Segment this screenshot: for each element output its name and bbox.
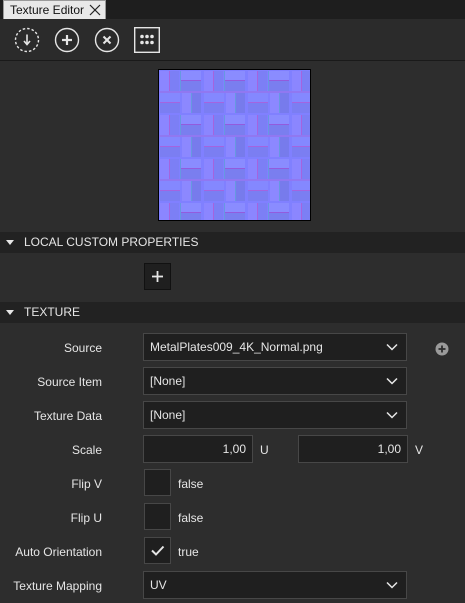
- auto-orientation-label: Auto Orientation: [15, 545, 102, 559]
- normal-map-thumbnail: [159, 70, 310, 220]
- tab-bar: Texture Editor: [0, 0, 465, 19]
- add-circle-icon: [54, 27, 80, 53]
- chevron-down-icon: [386, 377, 398, 385]
- chevron-down-icon: [386, 411, 398, 419]
- import-button[interactable]: [14, 27, 40, 53]
- tab-texture-editor[interactable]: Texture Editor: [3, 0, 106, 19]
- chevron-down-icon: [386, 343, 398, 351]
- import-icon: [14, 27, 40, 53]
- section-texture[interactable]: TEXTURE: [0, 302, 465, 323]
- scale-v-unit: V: [415, 443, 424, 457]
- checkmark-icon: [151, 545, 165, 556]
- scale-label: Scale: [71, 443, 102, 457]
- flip-v-checkbox[interactable]: [144, 469, 171, 496]
- texture-data-value: [None]: [150, 408, 186, 422]
- tab-title: Texture Editor: [10, 3, 85, 17]
- source-item-label: Source Item: [37, 375, 102, 389]
- source-item-dropdown[interactable]: [None]: [143, 367, 407, 395]
- collapse-triangle-icon: [6, 240, 14, 245]
- flip-v-value: false: [178, 477, 204, 491]
- flip-v-label: Flip V: [71, 477, 102, 491]
- chevron-down-icon: [386, 581, 398, 589]
- grid-dots-icon: [134, 27, 160, 53]
- add-button[interactable]: [54, 27, 80, 53]
- toolbar: [0, 19, 465, 61]
- section-title: LOCAL CUSTOM PROPERTIES: [24, 235, 199, 249]
- auto-orientation-value: true: [178, 545, 199, 559]
- texture-mapping-value: UV: [150, 578, 167, 592]
- source-value: MetalPlates009_4K_Normal.png: [150, 340, 323, 354]
- source-label: Source: [63, 341, 102, 355]
- source-dropdown[interactable]: MetalPlates009_4K_Normal.png: [143, 333, 407, 361]
- texture-data-dropdown[interactable]: [None]: [143, 401, 407, 429]
- close-icon[interactable]: [89, 4, 101, 16]
- scale-u-input[interactable]: 1,00: [143, 435, 253, 463]
- scale-u-unit: U: [260, 443, 269, 457]
- auto-orientation-checkbox[interactable]: [144, 537, 171, 564]
- texture-mapping-label: Texture Mapping: [13, 579, 102, 593]
- add-source-icon[interactable]: [435, 342, 449, 356]
- add-custom-property-button[interactable]: [144, 263, 171, 290]
- source-item-value: [None]: [150, 374, 186, 388]
- section-title: TEXTURE: [24, 305, 81, 319]
- flip-u-value: false: [178, 511, 204, 525]
- plus-icon: [152, 271, 163, 282]
- flip-u-checkbox[interactable]: [144, 503, 171, 530]
- remove-button[interactable]: [94, 27, 120, 53]
- remove-circle-icon: [94, 27, 120, 53]
- scale-v-input[interactable]: 1,00: [298, 435, 408, 463]
- section-local-custom-properties[interactable]: LOCAL CUSTOM PROPERTIES: [0, 232, 465, 253]
- grid-menu-button[interactable]: [134, 27, 160, 53]
- texture-mapping-dropdown[interactable]: UV: [143, 571, 407, 599]
- texture-data-label: Texture Data: [33, 409, 102, 423]
- texture-preview: [158, 69, 311, 221]
- collapse-triangle-icon: [6, 310, 14, 315]
- flip-u-label: Flip U: [70, 511, 102, 525]
